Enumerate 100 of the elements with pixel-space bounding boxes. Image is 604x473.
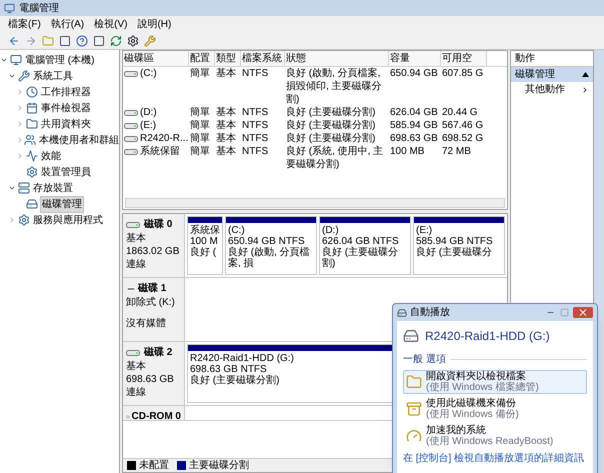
table-cell: 簡單	[190, 67, 210, 80]
tree-item[interactable]: 事件檢視器	[40, 100, 92, 116]
table-cell: 607.85 G	[442, 67, 484, 80]
tree-item[interactable]: 磁碟管理	[40, 196, 84, 212]
tree-node-icon	[26, 118, 38, 130]
drive-icon	[397, 308, 407, 318]
drive-icon	[403, 328, 419, 344]
partition-block[interactable]: (E:) 585.94 GB NTFS 良好 (主要磁碟分	[413, 216, 505, 275]
menu-item[interactable]: 檢視(V)	[94, 16, 128, 32]
tree-node-icon	[18, 182, 30, 194]
partition-text: 良好 (啟動, 分頁檔案, 損	[228, 247, 311, 269]
panel-icon[interactable]	[93, 34, 105, 46]
disk-detail: 連線	[126, 259, 147, 271]
tree-node-icon	[26, 86, 38, 98]
partition-text: 585.94 GB NTFS	[416, 236, 493, 247]
back-icon[interactable]	[8, 34, 20, 46]
partition-block[interactable]: (C:) 650.94 GB NTFS 良好 (啟動, 分頁檔案, 損	[225, 216, 317, 275]
disk-name: 磁碟 1	[138, 282, 166, 296]
partition-text: (D:)	[322, 225, 339, 236]
table-cell: 簡單	[190, 106, 210, 119]
column-header[interactable]: 類型	[215, 51, 241, 66]
disk-detail: 卸除式 (K:)	[126, 297, 176, 309]
tree-node-icon	[26, 198, 38, 210]
table-cell: R2420-R...	[140, 132, 188, 145]
drive-icon	[124, 70, 138, 78]
tree-node-icon	[18, 70, 30, 82]
partition-text: 良好 (主要磁碟分割)	[322, 247, 400, 269]
table-cell: 系統保留	[140, 145, 180, 158]
properties-icon[interactable]	[127, 34, 139, 46]
table-cell-text: 良好 (系統, 使用中, 主要磁碟分割)	[286, 145, 384, 171]
column-header[interactable]: 磁碟區	[123, 51, 189, 66]
tree-item[interactable]: 裝置管理員	[40, 164, 92, 180]
column-header[interactable]: 容量	[389, 51, 441, 66]
collapse-icon[interactable]	[582, 72, 589, 77]
table-cell: 基本	[216, 119, 236, 132]
menu-item[interactable]: 執行(A)	[50, 16, 84, 32]
tree-node-icon	[26, 150, 38, 162]
disk-detail: 基本	[126, 233, 147, 245]
details-link[interactable]: 在 [控制台] 檢視自動播放選項的詳細資訊	[403, 451, 587, 466]
tree-item[interactable]: 電腦管理 (本機)	[24, 52, 96, 68]
partition-text: 系統保	[190, 225, 220, 236]
partition-text: 良好 (	[190, 247, 216, 258]
window-title: 電腦管理	[19, 2, 59, 16]
column-header[interactable]: 狀態	[285, 51, 389, 66]
column-header[interactable]: 配置	[189, 51, 215, 66]
forward-icon[interactable]	[25, 34, 37, 46]
actions-section[interactable]: 磁碟管理	[511, 67, 593, 82]
table-cell: 698.63 GB	[390, 132, 438, 145]
option-subtitle: (使用 Windows ReadyBoost)	[426, 436, 554, 447]
help-icon[interactable]	[76, 34, 88, 46]
disk-name: 磁碟 0	[144, 218, 172, 232]
partition-text: (C:)	[228, 225, 245, 236]
actions-item[interactable]: 其他動作	[511, 82, 593, 97]
menu-item[interactable]: 檔案(F)	[8, 16, 41, 32]
table-cell: 基本	[216, 145, 236, 158]
tree-item[interactable]: 共用資料夾	[40, 116, 92, 132]
autoplay-option[interactable]: 加速我的系統 (使用 Windows ReadyBoost)	[403, 424, 587, 448]
tree-item[interactable]: 服務與應用程式	[32, 212, 104, 228]
table-cell: 585.94 GB	[390, 119, 438, 132]
drive-icon	[126, 348, 140, 356]
tree-item[interactable]: 效能	[40, 148, 62, 164]
panel-icon[interactable]	[59, 34, 71, 46]
autoplay-option[interactable]: 開啟資料夾以檢視檔案 (使用 Windows 檔案總管)	[403, 370, 587, 394]
table-cell: 良好 (主要磁碟分割)	[286, 119, 376, 132]
drive-icon	[124, 108, 138, 116]
table-cell: 簡單	[190, 145, 210, 158]
column-header[interactable]: 可用空	[441, 51, 487, 66]
tree-node-icon	[18, 214, 30, 226]
tree-item[interactable]: 系統工具	[32, 68, 74, 84]
folder-up-icon[interactable]	[42, 34, 54, 46]
partition-text: 650.94 GB NTFS	[228, 236, 305, 247]
partition-block[interactable]: (D:) 626.04 GB NTFS 良好 (主要磁碟分割)	[319, 216, 411, 275]
partition-text: (E:)	[416, 225, 432, 236]
table-cell: 20.44 G	[442, 106, 478, 119]
tree-item[interactable]: 工作排程器	[40, 84, 92, 100]
disk-detail: 698.63 GB	[126, 374, 175, 386]
tree-item[interactable]: 存放裝置	[32, 180, 74, 196]
table-cell: NTFS	[242, 119, 268, 132]
table-cell: 基本	[216, 67, 236, 80]
partition-block[interactable]: 系統保 100 M 良好 (	[187, 216, 223, 275]
table-cell: NTFS	[242, 106, 268, 119]
close-icon[interactable]	[573, 307, 593, 318]
column-header[interactable]: 檔案系統	[241, 51, 285, 66]
disk-name: 磁碟 2	[144, 346, 172, 360]
drive-icon	[124, 122, 138, 130]
menu-item[interactable]: 說明(H)	[137, 16, 172, 32]
drive-icon	[124, 148, 138, 156]
tree-node-icon	[26, 102, 38, 114]
table-cell: 650.94 GB	[390, 67, 438, 80]
tree-node-icon	[10, 54, 22, 66]
dialog-title: 自動播放	[410, 306, 451, 320]
horizontal-scrollbar[interactable]	[125, 198, 505, 208]
refresh-icon[interactable]	[110, 34, 122, 46]
partition-text: R2420-Raid1-HDD (G:)	[190, 353, 294, 364]
partition-text: 100 M	[190, 236, 218, 247]
partition-text: 良好 (主要磁碟分	[416, 247, 492, 258]
tree-item[interactable]: 本機使用者和群組	[38, 132, 119, 148]
tool-icon[interactable]	[144, 34, 156, 46]
section-label: 一般 選項	[403, 353, 446, 367]
tree-node-icon	[26, 166, 38, 178]
